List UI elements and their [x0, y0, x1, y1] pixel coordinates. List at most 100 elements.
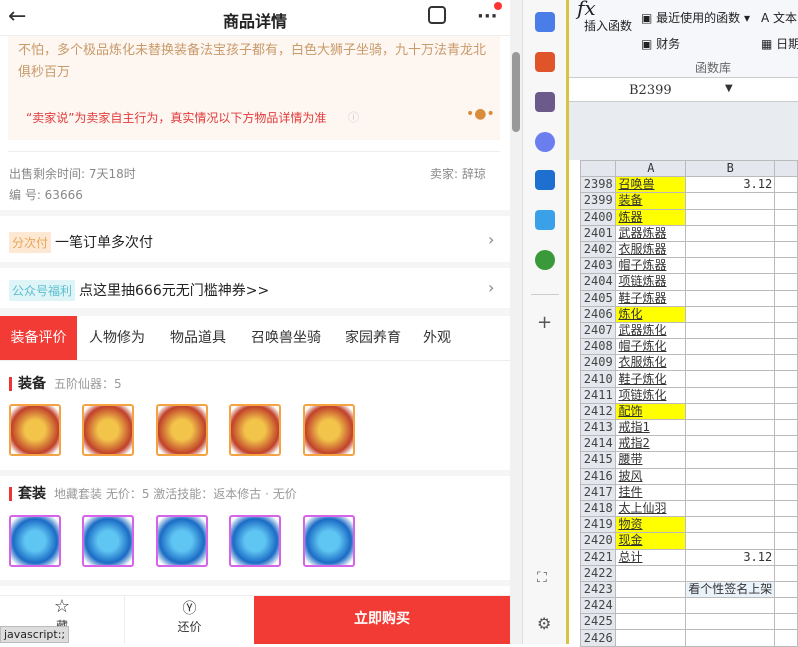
scrollbar-thumb[interactable] — [512, 52, 520, 132]
row-number[interactable]: 2403 — [579, 257, 617, 275]
text-functions-button[interactable]: A 文本 — [761, 9, 797, 26]
bargain-button[interactable]: Ⓨ 还价 — [125, 595, 254, 644]
tab-home[interactable]: 家园养育 — [336, 316, 410, 360]
tab-items[interactable]: 物品道具 — [160, 316, 236, 360]
row-number[interactable]: 2415 — [579, 451, 617, 469]
cell-a[interactable]: 戒指2 — [615, 435, 687, 453]
tab-appearance[interactable]: 外观 — [416, 316, 458, 360]
scrollbar[interactable] — [510, 0, 522, 644]
cell-a[interactable]: 太上仙羽 — [615, 499, 687, 518]
cell-b[interactable] — [685, 435, 776, 453]
sheet-row[interactable]: 2399 装备 — [579, 192, 798, 210]
cell-a[interactable]: 炼化 — [615, 305, 687, 323]
cell-b[interactable] — [685, 321, 776, 340]
more-icon[interactable]: ··· — [477, 6, 498, 27]
cell-c[interactable] — [774, 580, 798, 599]
row-number[interactable]: 2408 — [579, 338, 617, 356]
cell-c[interactable] — [774, 354, 798, 372]
row-number[interactable]: 2399 — [579, 192, 617, 210]
chevron-right-icon[interactable]: › — [488, 230, 494, 249]
row-number[interactable]: 2402 — [579, 240, 617, 259]
cell-c[interactable] — [774, 305, 798, 323]
suit-item[interactable] — [229, 515, 281, 567]
expand-dots-icon[interactable]: •●• — [466, 106, 495, 122]
cell-b[interactable] — [685, 613, 776, 631]
cell-c[interactable] — [774, 548, 798, 566]
cell-b[interactable] — [685, 597, 776, 615]
cell-b[interactable] — [685, 483, 776, 501]
row-number[interactable]: 2410 — [579, 370, 617, 388]
cell-c[interactable] — [774, 418, 798, 437]
cell-c[interactable] — [774, 613, 798, 631]
cell-b[interactable] — [685, 224, 776, 242]
cell-a[interactable]: 鞋子炼化 — [615, 370, 687, 388]
suit-item[interactable] — [303, 515, 355, 567]
sheet-row[interactable]: 2425 — [579, 613, 798, 631]
equipment-item[interactable] — [82, 404, 134, 456]
sheet-row[interactable]: 2420 现金 — [579, 532, 798, 550]
row-number[interactable]: 2424 — [579, 597, 617, 615]
settings-gear-icon[interactable]: ⚙ — [537, 614, 551, 633]
cell-a[interactable]: 项链炼器 — [615, 273, 687, 291]
sheet-row[interactable]: 2418 太上仙羽 — [579, 499, 798, 518]
name-box[interactable]: B2399 — [629, 83, 672, 98]
tag-icon[interactable] — [535, 12, 555, 32]
cell-a[interactable]: 现金 — [615, 532, 687, 550]
sheet-row[interactable]: 2416 披风 — [579, 467, 798, 485]
cell-b[interactable] — [685, 402, 776, 421]
sheet-row[interactable]: 2417 挂件 — [579, 483, 798, 501]
suit-item[interactable] — [156, 515, 208, 567]
equipment-item[interactable] — [156, 404, 208, 456]
cell-c[interactable] — [774, 289, 798, 307]
cell-b[interactable] — [685, 418, 776, 437]
cell-c[interactable] — [774, 224, 798, 242]
row-number[interactable]: 2420 — [579, 532, 617, 550]
cell-b[interactable] — [685, 338, 776, 356]
sheet-row[interactable]: 2423 看个性签名上架 — [579, 580, 798, 599]
sheet-row[interactable]: 2408 帽子炼化 — [579, 338, 798, 356]
tree-icon[interactable] — [535, 250, 555, 270]
copilot-icon[interactable] — [535, 132, 555, 152]
cell-b[interactable] — [685, 516, 776, 534]
insert-function-button[interactable]: 插入函数 — [584, 17, 632, 34]
cell-b[interactable] — [685, 467, 776, 485]
sheet-row[interactable]: 2410 鞋子炼化 — [579, 370, 798, 388]
cell-a[interactable]: 衣服炼化 — [615, 354, 687, 372]
sheet-row[interactable]: 2404 项链炼器 — [579, 273, 798, 291]
cell-a[interactable] — [615, 580, 687, 599]
row-number[interactable]: 2412 — [579, 402, 617, 421]
cell-a[interactable]: 项链炼化 — [615, 386, 687, 404]
toolbox-icon[interactable] — [535, 52, 555, 72]
cell-b[interactable] — [685, 192, 776, 210]
cell-b[interactable] — [685, 499, 776, 518]
date-functions-button[interactable]: ▦ 日期 — [761, 35, 798, 52]
sheet-row[interactable]: 2412 配饰 — [579, 402, 798, 421]
row-number[interactable]: 2413 — [579, 418, 617, 437]
sheet-row[interactable]: 2398 召唤兽 3.12 — [579, 176, 798, 194]
cell-c[interactable] — [774, 451, 798, 469]
share-icon[interactable] — [428, 6, 446, 24]
add-icon[interactable]: + — [537, 312, 552, 333]
cell-b[interactable]: 看个性签名上架 — [685, 580, 776, 599]
equipment-item[interactable] — [303, 404, 355, 456]
chevron-right-icon[interactable]: › — [488, 278, 494, 297]
cell-b[interactable]: 3.12 — [685, 548, 776, 566]
row-number[interactable]: 2401 — [579, 224, 617, 242]
cell-c[interactable] — [774, 321, 798, 340]
cell-a[interactable]: 衣服炼器 — [615, 240, 687, 259]
row-number[interactable]: 2398 — [579, 176, 617, 194]
sheet-row[interactable]: 2419 物资 — [579, 516, 798, 534]
sheet-row[interactable]: 2405 鞋子炼器 — [579, 289, 798, 307]
cell-c[interactable] — [774, 402, 798, 421]
cell-b[interactable] — [685, 564, 776, 582]
installment-row[interactable]: 分次付 一笔订单多次付 — [9, 232, 153, 253]
cell-a[interactable] — [615, 613, 687, 631]
cell-b[interactable] — [685, 354, 776, 372]
row-number[interactable]: 2418 — [579, 499, 617, 518]
cell-b[interactable] — [685, 451, 776, 469]
tab-character[interactable]: 人物修为 — [80, 316, 154, 360]
seller-name[interactable]: 卖家: 辞琼 — [430, 165, 486, 182]
cell-a[interactable] — [615, 564, 687, 582]
column-header-a[interactable]: A — [615, 159, 687, 178]
row-number[interactable]: 2404 — [579, 273, 617, 291]
